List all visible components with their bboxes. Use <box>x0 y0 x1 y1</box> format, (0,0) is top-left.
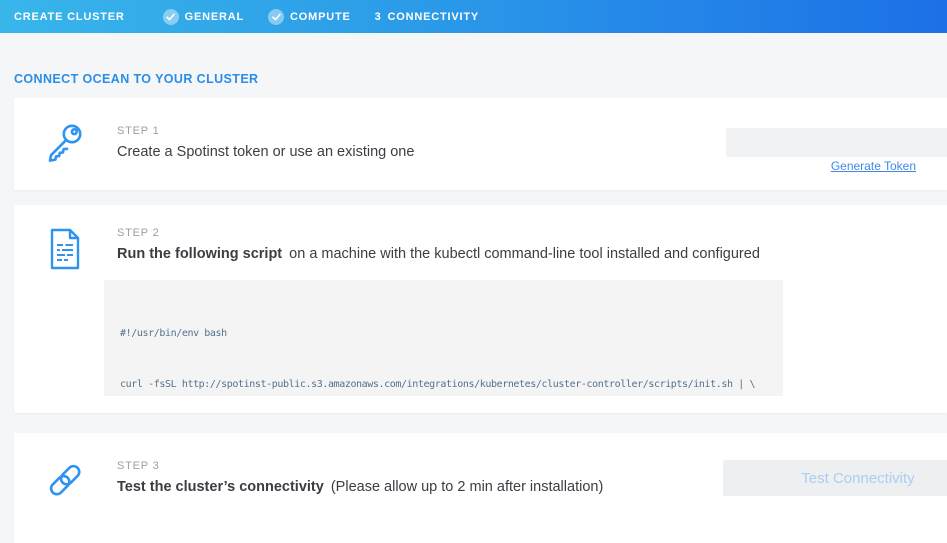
step3-title: Test the cluster’s connectivity (Please … <box>117 479 603 495</box>
step2-title: Run the following script on a machine wi… <box>117 246 760 262</box>
step1-text: STEP 1 Create a Spotinst token or use an… <box>117 125 414 160</box>
page-title: CONNECT OCEAN TO YOUR CLUSTER <box>14 72 259 86</box>
check-icon <box>163 9 179 25</box>
tab-general-label: GENERAL <box>185 11 244 23</box>
step2-title-rest: on a machine with the kubectl command-li… <box>285 246 760 262</box>
script-file-icon <box>46 227 84 271</box>
step2-label: STEP 2 <box>117 227 760 239</box>
tab-compute[interactable]: COMPUTE <box>268 9 351 25</box>
generate-token-link[interactable]: Generate Token <box>831 159 916 173</box>
check-icon <box>268 9 284 25</box>
wizard-title: CREATE CLUSTER <box>14 11 125 23</box>
token-input[interactable] <box>726 128 947 157</box>
tab-compute-label: COMPUTE <box>290 11 351 23</box>
step3-title-bold: Test the cluster’s connectivity <box>117 479 324 495</box>
step3-title-rest: (Please allow up to 2 min after installa… <box>327 479 603 495</box>
key-icon <box>46 122 84 166</box>
tab-connectivity-label: CONNECTIVITY <box>388 11 480 23</box>
step3-text: STEP 3 Test the cluster’s connectivity (… <box>117 460 603 495</box>
link-chain-icon <box>46 457 84 501</box>
step2-title-bold: Run the following script <box>117 246 282 262</box>
tab-connectivity[interactable]: 3 CONNECTIVITY <box>375 11 479 23</box>
code-line: curl -fsSL http://spotinst-public.s3.ama… <box>120 376 767 393</box>
install-script-code-block: #!/usr/bin/env bash curl -fsSL http://sp… <box>104 280 783 396</box>
tab-general[interactable]: GENERAL <box>163 9 244 25</box>
test-connectivity-button[interactable]: Test Connectivity <box>723 460 947 496</box>
step1-title: Create a Spotinst token or use an existi… <box>117 144 414 160</box>
step1-label: STEP 1 <box>117 125 414 137</box>
step3-label: STEP 3 <box>117 460 603 472</box>
step3-card: STEP 3 Test the cluster’s connectivity (… <box>14 433 947 543</box>
tab-connectivity-number: 3 <box>375 11 382 23</box>
step1-card: STEP 1 Create a Spotinst token or use an… <box>14 98 947 190</box>
step2-text: STEP 2 Run the following script on a mac… <box>117 227 760 262</box>
code-line: #!/usr/bin/env bash <box>120 325 767 342</box>
step2-card: STEP 2 Run the following script on a mac… <box>14 205 947 413</box>
wizard-header-bar: CREATE CLUSTER GENERAL COMPUTE 3 CONNECT… <box>0 0 947 33</box>
